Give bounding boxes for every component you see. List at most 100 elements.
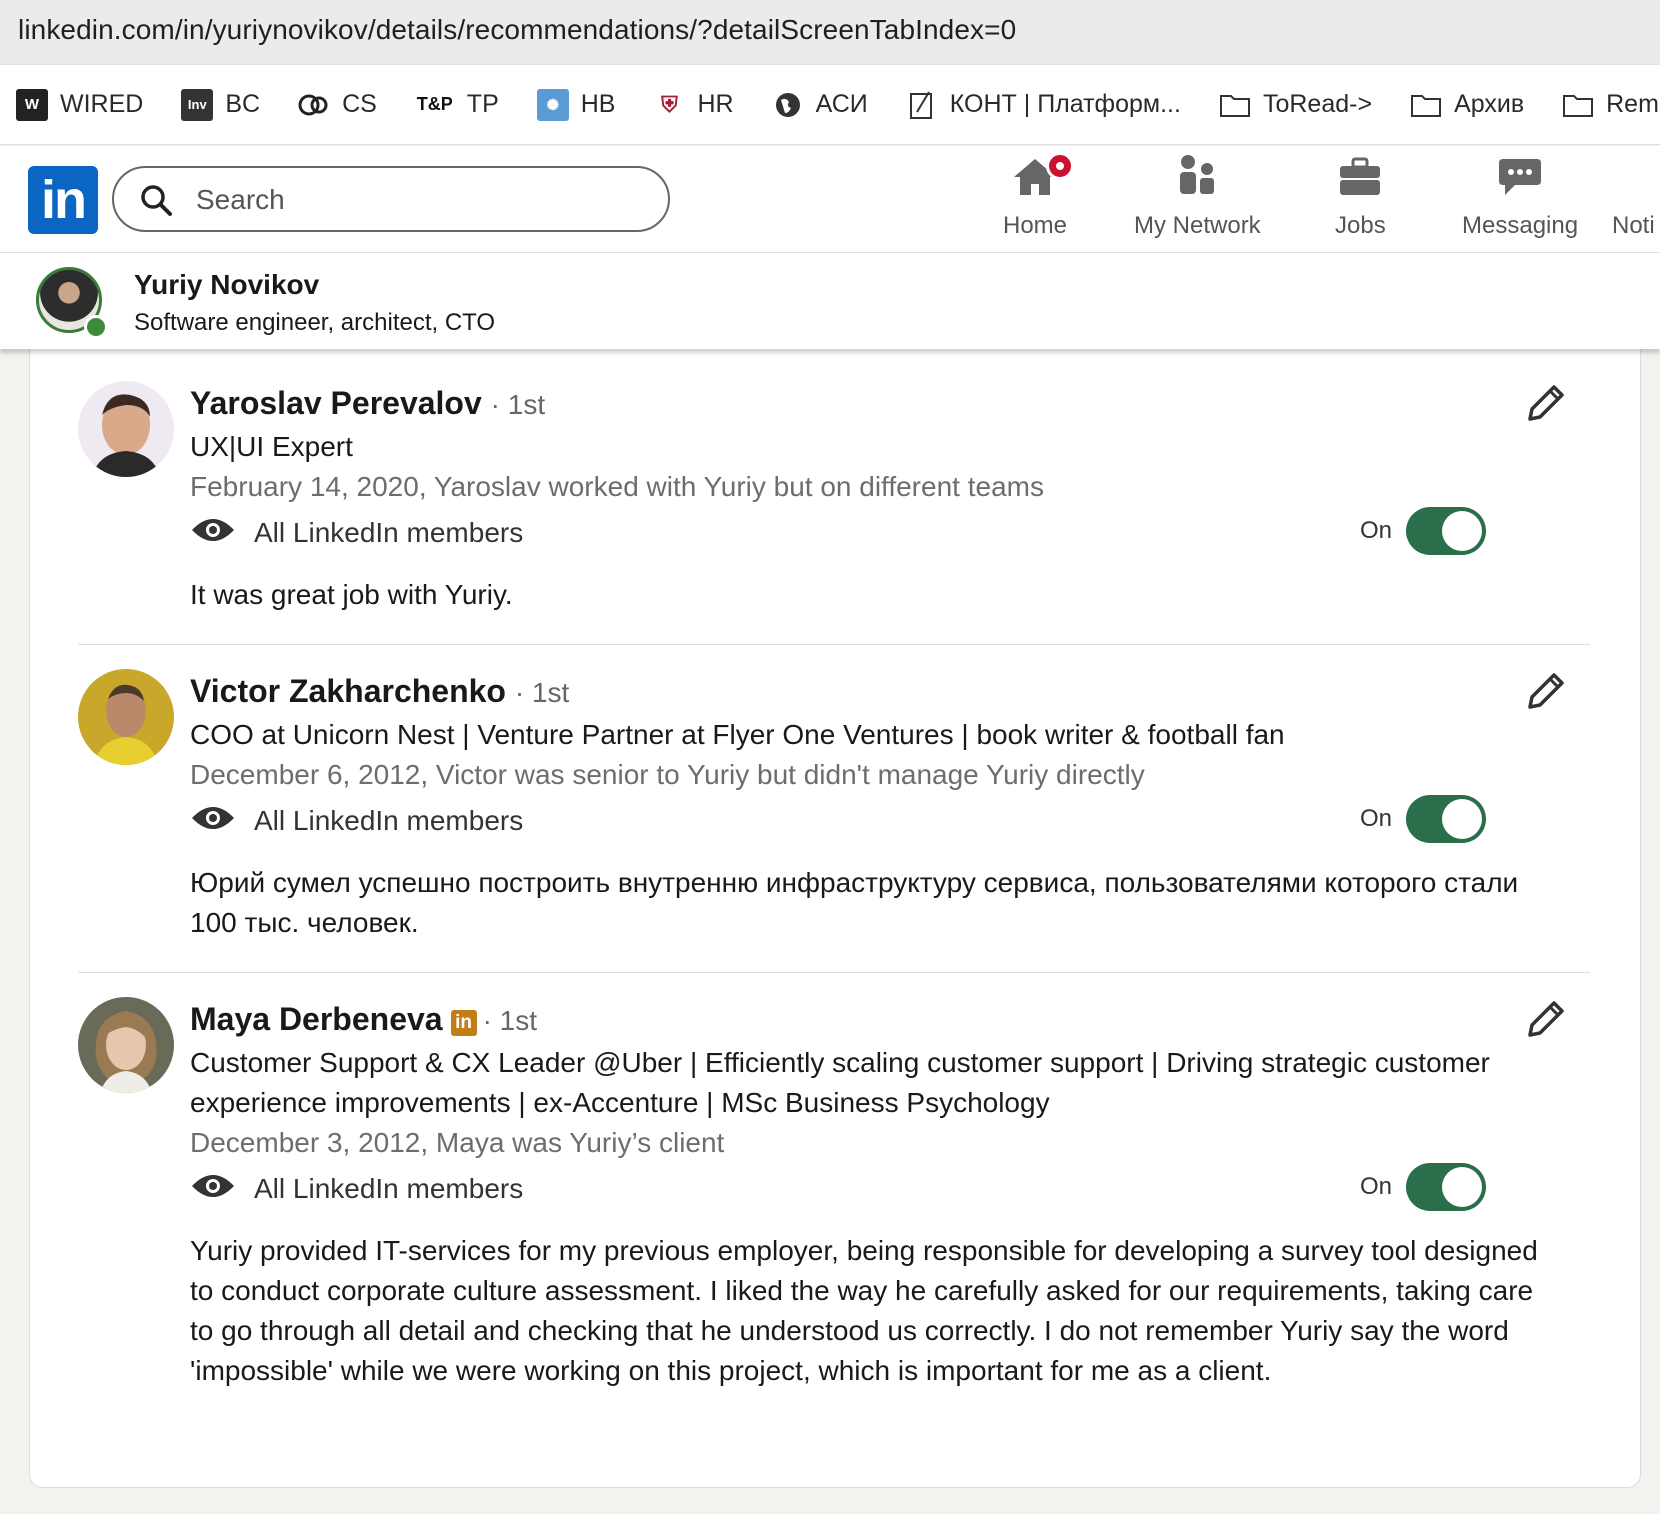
connection-degree: · 1st xyxy=(490,389,546,420)
nav-label: Noti xyxy=(1612,212,1655,239)
show-recommendation-toggle[interactable] xyxy=(1406,795,1486,843)
recommender-avatar[interactable] xyxy=(78,669,174,765)
show-recommendation-toggle-group: On xyxy=(1360,1163,1486,1211)
visibility-setting: All LinkedIn members xyxy=(190,511,1550,555)
visibility-label: All LinkedIn members xyxy=(254,1173,524,1204)
nav-notifications[interactable]: Noti xyxy=(1612,156,1655,246)
bookmark-cs[interactable]: CS xyxy=(298,89,377,121)
bookmark-folder-toread[interactable]: ToRead-> xyxy=(1219,89,1372,121)
tp-icon: T&P xyxy=(416,94,453,114)
recommender-name[interactable]: Yaroslav Perevalov xyxy=(190,385,482,421)
network-icon xyxy=(1175,153,1219,204)
recommendation-meta: December 3, 2012, Maya was Yuriy’s clien… xyxy=(190,1127,725,1158)
profile-title: Software engineer, architect, CTO xyxy=(134,309,496,336)
bookmark-folder-archive[interactable]: Архив xyxy=(1410,89,1524,121)
recommendation-item: Maya Derbeneva in · 1st Customer Support &… xyxy=(78,997,1588,1457)
premium-badge-icon: in xyxy=(450,1010,477,1036)
recommender-avatar[interactable] xyxy=(78,381,174,477)
bookmark-label: BC xyxy=(225,90,261,118)
profile-sticky-header: Yuriy Novikov Software engineer, archite… xyxy=(0,253,1660,349)
cs-icon xyxy=(298,89,330,121)
linkedin-logo[interactable]: in xyxy=(28,166,98,234)
bookmark-folder-remote[interactable]: Remote xyxy=(1562,89,1660,121)
recommender-headline: UX|UI Expert xyxy=(190,431,353,462)
connection-degree: · 1st xyxy=(514,677,570,708)
edit-pencil-icon[interactable] xyxy=(1524,383,1566,430)
online-status-dot xyxy=(84,315,108,339)
bookmarks-bar: W WIRED Inv BC CS T&P TP ✺ HB ⛨ HR АСИ К… xyxy=(0,65,1660,145)
linkedin-navbar: in Home My Network Jobs xyxy=(0,146,1660,253)
edit-pencil-icon[interactable] xyxy=(1524,671,1566,718)
bookmark-label: Архив xyxy=(1454,90,1525,118)
folder-icon xyxy=(1562,89,1594,121)
bookmark-tp[interactable]: T&P TP xyxy=(415,89,499,121)
bookmark-asi[interactable]: АСИ xyxy=(772,89,868,121)
nav-my-network[interactable]: My Network xyxy=(1134,153,1261,246)
divider xyxy=(78,644,1590,645)
bookmark-bc[interactable]: Inv BC xyxy=(181,88,261,121)
nav-label: My Network xyxy=(1134,212,1261,239)
recommender-headline: Customer Support & CX Leader @Uber | Eff… xyxy=(190,1047,1490,1118)
show-recommendation-toggle[interactable] xyxy=(1406,507,1486,555)
divider xyxy=(78,972,1590,973)
recommender-avatar[interactable] xyxy=(78,997,174,1093)
recommendation-text: It was great job with Yuriy. xyxy=(190,579,513,610)
search-box[interactable] xyxy=(112,166,670,232)
eye-icon xyxy=(190,516,236,551)
nav-jobs[interactable]: Jobs xyxy=(1335,156,1386,246)
nav-messaging[interactable]: Messaging xyxy=(1462,156,1578,246)
recommender-headline: COO at Unicorn Nest | Venture Partner at… xyxy=(190,719,1285,750)
url-text[interactable]: linkedin.com/in/yuriynovikov/details/rec… xyxy=(18,14,1016,46)
address-bar[interactable]: linkedin.com/in/yuriynovikov/details/rec… xyxy=(0,0,1660,65)
invc-icon: Inv xyxy=(181,88,214,121)
bookmark-label: HR xyxy=(697,90,734,118)
folder-icon xyxy=(1410,89,1442,121)
recommendation-text: Юрий сумел успешно построить внутренню и… xyxy=(190,867,1519,938)
bookmark-label: АСИ xyxy=(815,90,868,118)
hb-icon: ✺ xyxy=(536,88,569,121)
toggle-label: On xyxy=(1359,1173,1392,1200)
wired-icon: W xyxy=(16,88,48,121)
nav-label: Home xyxy=(1003,212,1068,239)
eye-icon xyxy=(190,804,236,839)
recommendations-card: Yaroslav Perevalov · 1st UX|UI Expert Fe… xyxy=(29,320,1641,1488)
hr-icon: ⛨ xyxy=(661,91,678,117)
toggle-label: On xyxy=(1359,517,1392,544)
bookmark-label: WIRED xyxy=(60,90,144,118)
notification-badge xyxy=(1046,152,1075,180)
recommender-name[interactable]: Maya Derbeneva xyxy=(190,1001,443,1037)
globe-icon xyxy=(772,89,804,121)
bookmark-label: CS xyxy=(342,90,377,118)
show-recommendation-toggle[interactable] xyxy=(1406,1163,1486,1211)
toggle-label: On xyxy=(1359,805,1392,832)
bookmark-kont[interactable]: КОНТ | Платформ... xyxy=(906,89,1181,121)
note-icon xyxy=(906,89,938,121)
visibility-setting: All LinkedIn members xyxy=(190,1167,1550,1211)
recommendation-text: Yuriy provided IT-services for my previo… xyxy=(190,1235,1538,1386)
bookmark-hr[interactable]: ⛨ HR xyxy=(653,89,733,121)
recommendation-item: Yaroslav Perevalov · 1st UX|UI Expert Fe… xyxy=(78,381,1588,621)
visibility-label: All LinkedIn members xyxy=(254,517,524,548)
show-recommendation-toggle-group: On xyxy=(1360,795,1486,843)
recommendation-meta: February 14, 2020, Yaroslav worked with … xyxy=(190,471,1044,502)
eye-icon xyxy=(190,1172,236,1207)
briefcase-icon xyxy=(1338,157,1382,204)
edit-pencil-icon[interactable] xyxy=(1524,999,1566,1046)
connection-degree: · 1st xyxy=(482,1005,538,1036)
visibility-setting: All LinkedIn members xyxy=(190,799,1550,843)
nav-label: Messaging xyxy=(1462,212,1579,239)
profile-name[interactable]: Yuriy Novikov xyxy=(134,269,319,301)
bookmark-wired[interactable]: W WIRED xyxy=(16,88,144,121)
search-input[interactable] xyxy=(194,178,638,222)
bookmark-label: TP xyxy=(466,90,499,118)
recommender-name[interactable]: Victor Zakharchenko xyxy=(190,673,506,709)
folder-icon xyxy=(1219,89,1251,121)
visibility-label: All LinkedIn members xyxy=(254,805,524,836)
nav-home[interactable]: Home xyxy=(1003,152,1075,246)
recommendation-meta: December 6, 2012, Victor was senior to Y… xyxy=(190,759,1145,790)
bookmark-label: КОНТ | Платформ... xyxy=(949,90,1181,118)
bookmark-label: HB xyxy=(580,90,616,118)
bookmark-hb[interactable]: ✺ HB xyxy=(536,88,616,121)
bookmark-label: Remote xyxy=(1606,90,1660,118)
nav-label: Jobs xyxy=(1335,212,1386,239)
